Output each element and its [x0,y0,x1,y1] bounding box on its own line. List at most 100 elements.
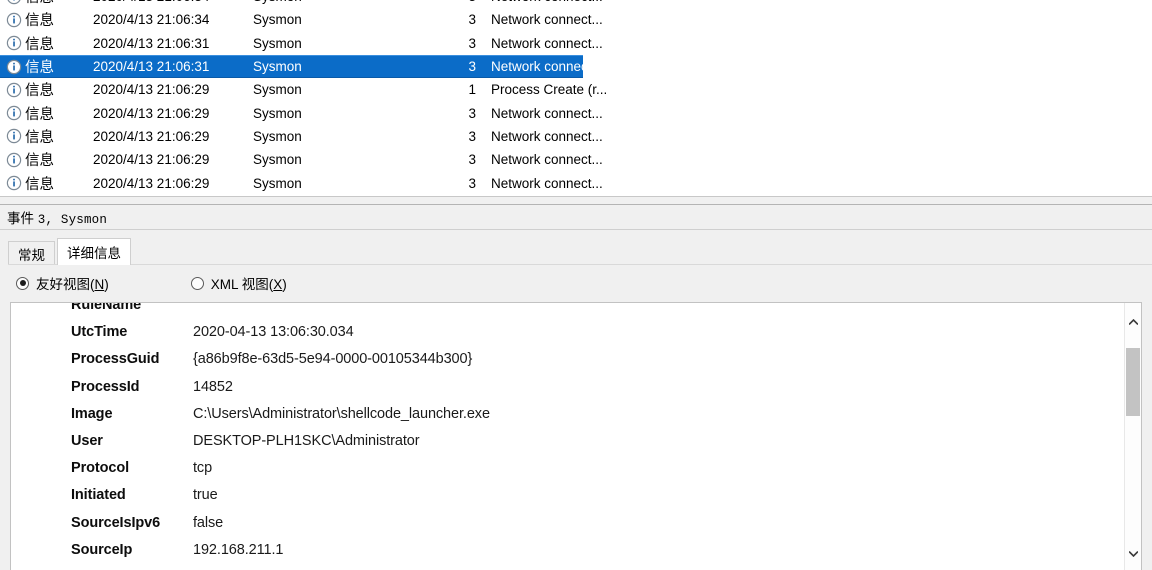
information-icon [7,0,21,4]
detail-tabstrip[interactable]: 常规 详细信息 [0,237,1152,265]
cell-source: Sysmon [253,35,302,51]
detail-field-value: true [193,487,218,504]
event-header-prefix: 事件 [7,211,38,226]
tab-details[interactable]: 详细信息 [57,238,131,265]
information-icon [6,59,22,74]
cell-date-time: 2020/4/13 21:06:31 [93,59,210,75]
detail-field-key: RuleName [71,302,142,313]
detail-field-value: tcp [193,460,213,477]
tab-details-label: 详细信息 [67,246,121,261]
detail-field-row: RuleName [11,302,1121,324]
cell-source: Sysmon [253,82,302,98]
event-list[interactable]: 信息 2020/4/13 21:06:34 Sysmon 3 Network conne… [0,0,1152,196]
cell-date-time: 2020/4/13 21:06:29 [93,128,210,144]
cell-date-time: 2020/4/13 21:06:29 [93,152,210,168]
detail-field-row: SourceIp 192.168.211.1 [11,542,1121,569]
detail-field-key: Initiated [71,487,126,504]
detail-field-key: UtcTime [71,324,128,341]
detail-field-row: Protocol tcp [11,460,1121,487]
event-row[interactable]: 信息 2020/4/13 21:06:29 Sysmon 3 Network conne… [0,148,1152,171]
information-icon [6,36,22,51]
event-row[interactable]: 信息2020/4/13 21:06:34Sysmon3Network conne… [0,0,1152,8]
cell-event-id: 3 [468,12,476,28]
cell-source: Sysmon [253,128,302,144]
cell-task-category: Network connect... [491,175,603,191]
event-data-rows: RuleName UtcTime 2020-04-13 13:06:30.034 Pr… [11,302,1121,569]
event-header-id-source: 3, Sysmon [37,213,108,227]
tab-general-label: 常规 [18,247,45,263]
event-data-view[interactable]: RuleName UtcTime 2020-04-13 13:06:30.034 Pr… [10,302,1142,570]
event-row[interactable]: 信息 2020/4/13 21:06:31 Sysmon 3 Network conne… [0,32,1152,55]
event-row[interactable]: 信息2020/4/13 21:06:34Sysmon3Network conne… [0,8,1152,31]
cell-date-time: 2020/4/13 21:06:29 [93,82,210,98]
detail-field-key: SourceIp [71,541,133,558]
detail-field-row: UtcTime 2020-04-13 13:06:30.034 [11,324,1121,351]
event-row[interactable]: 信息 2020/4/13 21:06:29 Sysmon 3 Network conne… [0,125,1152,148]
cell-task-category: Process Create (r... [491,82,608,98]
cell-source: Sysmon [253,59,302,75]
detail-field-row: SourceIsIpv6 false [11,515,1121,542]
cell-event-id: 3 [468,59,476,75]
cell-event-id: 3 [468,175,476,191]
event-row[interactable]: 信息 2020/4/13 21:06:29 Sysmon 3 Network conne… [0,171,1152,194]
cell-source: Sysmon [253,12,302,28]
tab-general[interactable]: 常规 [8,241,55,265]
event-row[interactable]: 信息 2020/4/13 21:06:29 Sysmon 3 Network conne… [0,102,1152,125]
event-row[interactable]: 信息 2020/4/13 21:06:29 Sysmon 1 Process Creat… [0,78,1152,101]
scroll-down-arrow-icon[interactable] [1125,545,1141,562]
cell-level: 信息 [25,60,54,77]
detail-field-value: 2020-04-13 13:06:30.034 [193,324,354,341]
detail-field-key: ProcessGuid [71,351,160,368]
detail-vertical-scrollbar[interactable] [1124,303,1141,570]
cell-event-id: 1 [468,82,476,98]
information-icon [6,152,22,167]
cell-source: Sysmon [253,0,413,4]
detail-field-row: Initiated true [11,487,1121,514]
detail-field-key: User [71,432,103,449]
event-detail-pane: 事件 3, Sysmon 常规 详细信息 友好视图(N) XML 视图(X) R… [0,205,1152,570]
information-icon [6,82,22,98]
cell-source: Sysmon [253,175,302,191]
event-header-label: 事件 3, Sysmon [0,207,107,227]
detail-field-value: false [193,514,224,531]
view-mode-radio-group[interactable]: 友好视图(N) XML 视图(X) [0,267,1152,299]
detail-field-value: 14852 [193,378,233,395]
tabstrip-baseline [8,264,1152,265]
cell-task-category: Network connect... [491,12,603,28]
detail-field-row: User DESKTOP-PLH1SKC\Administrator [11,433,1121,460]
cell-date-time: 2020/4/13 21:06:29 [93,175,210,191]
cell-task-category: Network connect... [476,0,1152,4]
radio-friendly-label: 友好视图(N) [36,277,109,292]
event-row[interactable]: 信息 2020/4/13 21:06:31 Sysmon 3 Network conne… [0,54,1152,79]
detail-field-row: ProcessGuid {a86b9f8e-63d5-5e94-0000-0010… [11,351,1121,378]
information-icon [6,129,22,144]
cell-event-id: 3 [468,105,476,121]
cell-event-id: 3 [468,152,476,168]
information-icon [6,175,22,191]
cell-event-id: 3 [468,35,476,51]
detail-field-key: ProcessId [71,378,140,395]
cell-source: Sysmon [253,105,302,121]
scrollbar-thumb[interactable] [1126,348,1140,416]
radio-friendly-view[interactable]: 友好视图(N) [16,273,109,293]
detail-field-row: ProcessId 14852 [11,379,1121,406]
cell-level: 信息 [25,36,54,53]
event-detail-header: 事件 3, Sysmon [0,205,1152,230]
detail-field-value: C:\Users\Administrator\shellcode_launche… [193,405,490,422]
radio-friendly-mark[interactable] [16,276,29,290]
scroll-up-arrow-icon[interactable] [1125,313,1141,330]
detail-field-value: DESKTOP-PLH1SKC\Administrator [193,432,420,449]
cell-level: 信息 [25,106,54,123]
detail-field-value: {a86b9f8e-63d5-5e94-0000-00105344b300} [193,351,473,368]
radio-xml-mark[interactable] [190,276,204,290]
cell-level: 信息 [25,0,93,7]
cell-source: Sysmon [253,152,302,168]
cell-date-time: 2020/4/13 21:06:34 [93,12,210,28]
cell-level: 信息 [25,176,54,193]
detail-field-row: Image C:\Users\Administrator\shellcode_la… [11,406,1121,433]
cell-task-category: Network connect... [491,105,603,121]
radio-xml-view[interactable]: XML 视图(X) [190,273,287,293]
horizontal-splitter[interactable] [0,196,1152,205]
detail-field-key: Protocol [71,460,130,477]
cell-level: 信息 [25,153,54,170]
